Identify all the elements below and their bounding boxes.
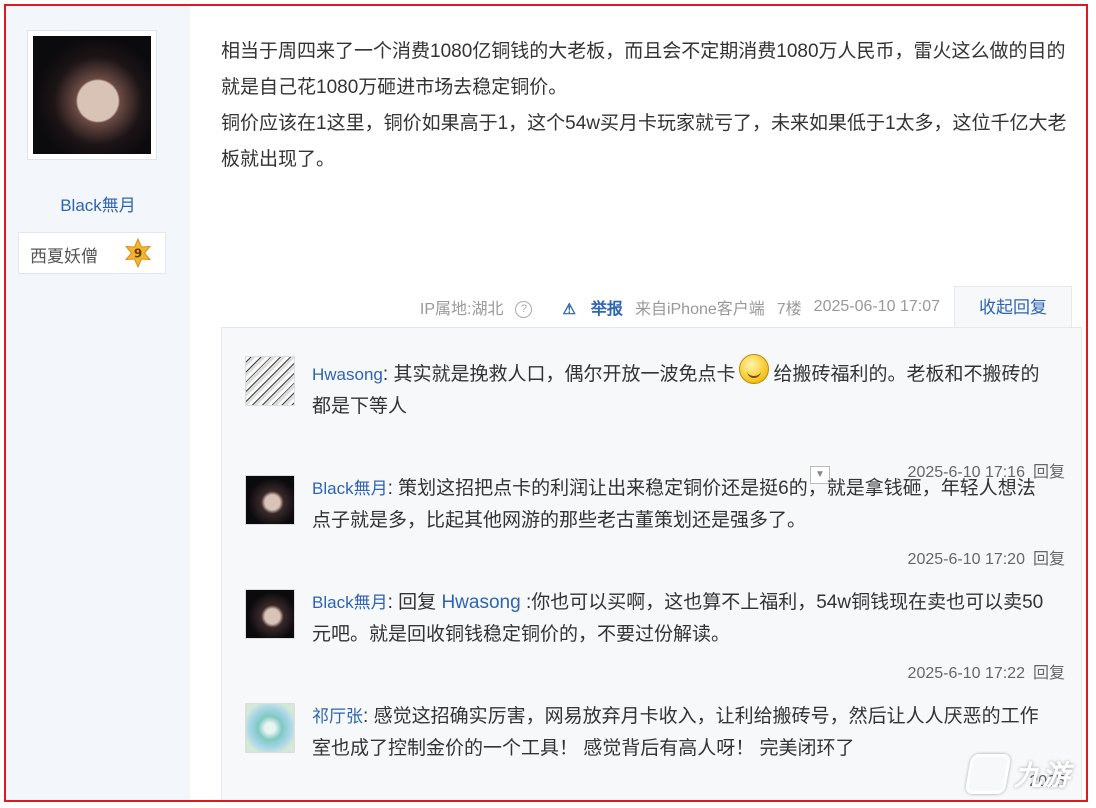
post-content: 相当于周四来了一个消费1080亿铜钱的大老板，而且会不定期消费1080万人民币，… — [221, 34, 1081, 178]
post-time: 2025-06-10 17:07 — [813, 298, 940, 315]
floor-number: 7楼 — [776, 301, 802, 318]
reply-footer: 2025-6-10 17:22 回复 — [908, 659, 1065, 683]
watermark-text: 九游 — [1013, 760, 1070, 791]
reply-colon: : — [387, 592, 399, 613]
level-title: 西夏妖僧 — [30, 247, 98, 267]
help-icon[interactable]: ? — [515, 301, 533, 319]
ip-location-text: IP属地:湖北 — [419, 301, 504, 318]
author-avatar-image — [33, 36, 151, 154]
post-meta-bar: IP属地:湖北? ⚠ 举报 来自iPhone客户端 7楼 2025-06-10 1… — [396, 285, 1072, 329]
warning-icon: ⚠ — [562, 301, 576, 318]
reply-list: Hwasong: 其实就是挽救人口，偶尔开放一波免点卡 给搬砖福利的。老板和不搬砖… — [221, 327, 1082, 800]
author-column: Black無月 西夏妖僧 9 — [6, 6, 190, 800]
reply-text: 其实就是挽救人口，偶尔开放一波免点卡 — [393, 364, 736, 385]
reply-button[interactable]: 回复 — [1033, 665, 1065, 682]
reply-colon: : — [382, 364, 394, 385]
reply-text: 感觉这招确实厉害，网易放弃月卡收入，让利给搬砖号，然后让人人厌恶的工作室也成了控… — [312, 706, 1039, 759]
reply-avatar[interactable] — [245, 703, 295, 753]
reply-content: Black無月: 策划这招把点卡的利润让出来稳定铜价还是挺6的，就是拿钱砸，年轻… — [312, 473, 1052, 537]
reply-text: 策划这招把点卡的利润让出来稳定铜价还是挺6的，就是拿钱砸，年轻人想法点子就是多，… — [312, 478, 1036, 531]
collapse-replies-button[interactable]: 收起回复 — [954, 285, 1072, 329]
post-frame: Black無月 西夏妖僧 9 相当于周四来了一个消费1080亿铜钱的大老板，而且… — [4, 4, 1088, 802]
grin-emoji-icon — [739, 354, 770, 384]
reply-time: 2025-6-10 17:22 — [907, 665, 1025, 682]
post-paragraph: 相当于周四来了一个消费1080亿铜钱的大老板，而且会不定期消费1080万人民币，… — [221, 41, 1066, 98]
reply-colon: : — [387, 478, 399, 499]
logo-icon — [964, 754, 1012, 794]
reply-content: Hwasong: 其实就是挽救人口，偶尔开放一波免点卡 给搬砖福利的。老板和不搬砖… — [312, 354, 1052, 423]
watermark-logo: 九游 — [964, 754, 1070, 794]
ip-location: IP属地:湖北? — [408, 295, 533, 319]
author-avatar[interactable] — [27, 30, 157, 160]
reply-username[interactable]: Hwasong — [312, 365, 383, 384]
report-label: 举报 — [590, 301, 623, 318]
reply-time: 2025-6-10 17:20 — [907, 551, 1025, 568]
level-number: 9 — [134, 247, 142, 261]
reply-content: Black無月: 回复 Hwasong :你也可以买啊，这也算不上福利，54w铜… — [312, 587, 1052, 651]
reply-footer: 2025-6-10 17:20 回复 — [908, 545, 1065, 569]
report-button[interactable]: ⚠ 举报 — [550, 295, 622, 319]
reply-to-username[interactable]: Hwasong — [441, 592, 520, 613]
reply-avatar[interactable] — [245, 589, 295, 639]
user-level-badge[interactable]: 西夏妖僧 9 — [18, 232, 166, 274]
level-star-icon: 9 — [124, 238, 152, 268]
post-source: 来自iPhone客户端 — [634, 301, 765, 318]
reply-avatar[interactable] — [245, 475, 295, 525]
reply-username[interactable]: Black無月 — [312, 593, 388, 612]
reply-content: 祁厅张: 感觉这招确实厉害，网易放弃月卡收入，让利给搬砖号，然后让人人厌恶的工作… — [312, 701, 1052, 765]
post-paragraph: 铜价应该在1这里，铜价如果高于1，这个54w买月卡玩家就亏了，未来如果低于1太多… — [221, 113, 1067, 170]
reply-colon: : — [363, 706, 374, 727]
reply-username[interactable]: Black無月 — [312, 479, 388, 498]
reply-prefix: 回复 — [398, 592, 437, 613]
reply-avatar[interactable] — [245, 356, 295, 406]
reply-username[interactable]: 祁厅张 — [312, 707, 363, 726]
reply-button[interactable]: 回复 — [1033, 551, 1065, 568]
author-name-link[interactable]: Black無月 — [6, 191, 190, 216]
